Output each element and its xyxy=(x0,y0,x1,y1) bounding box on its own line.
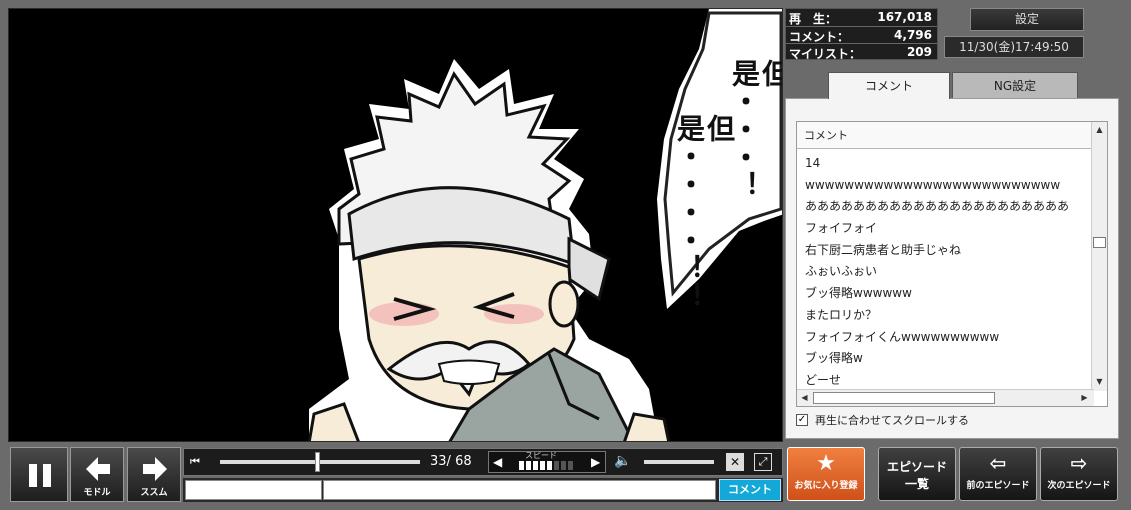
scroll-left-icon[interactable]: ◀ xyxy=(798,391,811,404)
time-separator: / xyxy=(446,454,456,469)
speech-text-left: 但是・・・・！！ xyxy=(673,114,736,310)
comment-list[interactable]: コメント 14 wwwwwwwwwwwwwwwwwwwwwwwwww あああああああ… xyxy=(796,121,1108,407)
plays-count: 167,018 xyxy=(877,10,932,24)
horizontal-scrollbar[interactable]: ◀ ▶ xyxy=(797,389,1094,406)
mylist-label: マイリスト： xyxy=(789,47,862,61)
comment-row[interactable]: ブッ得略wwwwww xyxy=(797,282,1092,304)
comment-row[interactable]: どーせ xyxy=(797,369,1092,390)
pause-icon xyxy=(29,464,51,487)
seek-track[interactable] xyxy=(220,460,420,464)
speed-bar-segment xyxy=(568,461,573,470)
next-episode-label: 次のエピソード xyxy=(1047,481,1111,491)
prev-episode-label: 前のエピソード xyxy=(966,481,1030,491)
scroll-thumb[interactable] xyxy=(1093,237,1106,248)
forward-button[interactable]: ススム xyxy=(127,447,181,502)
prev-episode-icon: ⇦ xyxy=(989,451,1007,475)
next-episode-icon: ⇨ xyxy=(1070,451,1088,475)
speed-bar-segment xyxy=(554,461,559,470)
scroll-down-icon[interactable]: ▼ xyxy=(1093,375,1106,388)
favorite-button[interactable]: ★ お気に入り登録 xyxy=(787,447,865,501)
speed-bar-segment xyxy=(526,461,531,470)
plays-row: 再 生： 167,018 xyxy=(786,9,937,26)
speed-bar-segment xyxy=(561,461,566,470)
fullscreen-icon[interactable]: ⤢ xyxy=(754,453,772,471)
speed-up-icon[interactable]: ▶ xyxy=(591,455,600,469)
star-icon: ★ xyxy=(816,451,836,476)
scroll-sync-label: 再生に合わせてスクロールする xyxy=(815,414,969,427)
stats-panel: 再 生： 167,018 コメント： 4,796 マイリスト： 209 xyxy=(785,8,938,61)
forward-label: ススム xyxy=(140,488,168,498)
comment-submit-button[interactable]: コメント xyxy=(719,479,781,501)
episode-list-button[interactable]: エピソード 一覧 xyxy=(878,447,956,501)
prev-episode-button[interactable]: ⇦ 前のエピソード xyxy=(959,447,1037,501)
forward-arrow-icon xyxy=(143,457,167,481)
favorite-label: お気に入り登録 xyxy=(794,481,858,491)
seek-bar-panel: ⏮ 33/ 68 ◀ スピード ▶ 🔈 ✕ ⤢ xyxy=(183,448,783,476)
video-player[interactable]: 但是・・・！ 但是・・・・！！ xyxy=(8,8,783,442)
pause-button[interactable] xyxy=(10,447,68,502)
datetime-display: 11/30(金)17:49:50 xyxy=(944,36,1084,58)
comment-input[interactable] xyxy=(323,480,716,500)
mylist-count: 209 xyxy=(906,45,932,59)
comment-toggle-icon[interactable]: ✕ xyxy=(726,453,744,471)
scroll-up-icon[interactable]: ▲ xyxy=(1093,123,1106,136)
speaker-icon[interactable]: 🔈 xyxy=(614,453,631,469)
rewind-button[interactable]: モドル xyxy=(70,447,124,502)
comment-rows: 14 wwwwwwwwwwwwwwwwwwwwwwwwww ああああああああああああ… xyxy=(797,152,1092,390)
comment-row[interactable]: ふぉいふぉい xyxy=(797,260,1092,282)
speed-bar-segment xyxy=(547,461,552,470)
speech-text-right: 但是・・・！ xyxy=(728,59,783,199)
time-current: 33 xyxy=(430,454,447,469)
vertical-scrollbar[interactable]: ▲ ▼ xyxy=(1091,122,1107,391)
tab-ng-settings[interactable]: NG設定 xyxy=(952,72,1078,99)
comment-row[interactable]: ああああああああああああああああああああああ xyxy=(797,195,1092,217)
comment-row[interactable]: またロリか？ xyxy=(797,304,1092,326)
comment-row[interactable]: フォイフォイくんwwwwwwwwww xyxy=(797,326,1092,348)
comment-list-header[interactable]: コメント xyxy=(797,122,1092,149)
comments-count: 4,796 xyxy=(894,28,932,42)
time-total: 68 xyxy=(455,454,472,469)
speed-bar-segment xyxy=(540,461,545,470)
hscroll-thumb[interactable] xyxy=(813,392,995,404)
volume-slider[interactable] xyxy=(644,460,714,464)
speed-bar-segment xyxy=(519,461,524,470)
speed-label: スピード xyxy=(525,451,557,460)
comment-row[interactable]: 右下厨二病患者と助手じゃね xyxy=(797,239,1092,261)
skip-start-icon[interactable]: ⏮ xyxy=(190,455,204,469)
comment-command-input[interactable] xyxy=(185,480,322,500)
seek-thumb[interactable] xyxy=(315,452,320,472)
plays-label: 再 生： xyxy=(789,12,838,26)
speed-control: ◀ スピード ▶ xyxy=(488,451,606,473)
tab-comment[interactable]: コメント xyxy=(828,72,950,99)
comment-row[interactable]: 14 xyxy=(797,152,1092,174)
comment-row[interactable]: wwwwwwwwwwwwwwwwwwwwwwwwww xyxy=(797,174,1092,196)
video-frame-illustration xyxy=(307,9,782,441)
rewind-label: モドル xyxy=(83,488,111,498)
settings-button[interactable]: 設定 xyxy=(970,8,1084,31)
time-display: 33/ 68 xyxy=(430,454,472,469)
scroll-right-icon[interactable]: ▶ xyxy=(1078,391,1091,404)
comment-row[interactable]: フォイフォイ xyxy=(797,217,1092,239)
comments-row: コメント： 4,796 xyxy=(786,26,937,44)
scroll-sync-checkbox[interactable]: ✓ xyxy=(796,414,808,426)
comment-row[interactable]: ブッ得略w xyxy=(797,347,1092,369)
speed-bar-segment xyxy=(533,461,538,470)
speed-down-icon[interactable]: ◀ xyxy=(493,455,502,469)
mylist-row: マイリスト： 209 xyxy=(786,43,937,61)
episode-list-label-2: 一覧 xyxy=(904,477,929,491)
episode-list-label-1: エピソード xyxy=(886,460,947,474)
back-arrow-icon xyxy=(86,457,110,481)
next-episode-button[interactable]: ⇨ 次のエピソード xyxy=(1040,447,1118,501)
